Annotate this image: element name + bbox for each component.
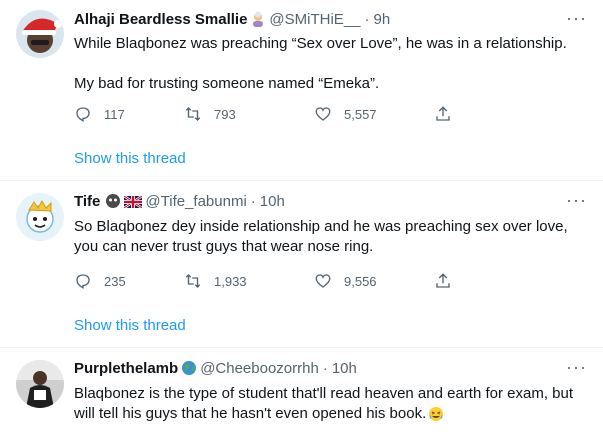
tweet-text-line: My bad for trusting someone named “Emeka… <box>74 75 380 92</box>
tweet-time[interactable]: 10h <box>260 193 285 210</box>
like-button[interactable]: 9,556 <box>314 272 434 290</box>
more-icon[interactable]: ··· <box>566 357 587 378</box>
author-handle[interactable]: @Tife_fabunmi <box>145 193 246 210</box>
share-icon <box>436 273 450 288</box>
more-icon[interactable]: ··· <box>566 190 587 211</box>
like-count: 9,556 <box>344 273 377 289</box>
show-thread-link[interactable]: Show this thread <box>74 150 186 167</box>
avatar-1[interactable] <box>16 10 64 58</box>
uk-flag-icon <box>123 194 144 210</box>
share-button[interactable] <box>434 105 464 123</box>
share-button[interactable] <box>434 272 464 290</box>
tweet-3[interactable]: Purplethelamb @Cheeboozorrhh · 10h ··· B… <box>0 348 603 441</box>
reply-count: 235 <box>104 273 126 289</box>
tweet-time[interactable]: 10h <box>332 360 357 377</box>
tweet-actions: 117 793 5,557 <box>74 104 524 124</box>
tweet-text-line: Blaqbonez is the type of student that'll… <box>74 385 574 402</box>
reply-button[interactable]: 235 <box>74 272 184 290</box>
tweet-text-line: So Blaqbonez dey inside relationship and… <box>74 218 568 235</box>
separator-dot: · <box>250 192 256 210</box>
retweet-icon <box>185 107 201 121</box>
tweet-actions: 235 1,933 9,556 <box>74 271 524 291</box>
tweet-2[interactable]: Tife @Tife_fabunmi · 10h ··· So Blaqbone… <box>0 181 603 347</box>
globe-icon <box>181 360 197 376</box>
tweet-text-line: will tell his guys that he hasn't even o… <box>74 405 427 422</box>
avatar-3[interactable] <box>16 360 64 408</box>
tweet-text: Blaqbonez is the type of student that'll… <box>74 384 587 424</box>
old-person-emoji-icon <box>250 11 266 27</box>
like-button[interactable]: 5,557 <box>314 105 434 123</box>
tweet-text-line: While Blaqbonez was preaching “Sex over … <box>74 35 567 52</box>
separator-dot: · <box>364 10 370 28</box>
tweet-text: So Blaqbonez dey inside relationship and… <box>74 217 587 257</box>
show-thread-link[interactable]: Show this thread <box>74 317 186 334</box>
retweet-count: 793 <box>214 106 236 122</box>
author-handle[interactable]: @SMiTHiE__ <box>269 11 360 28</box>
reply-count: 117 <box>104 106 125 122</box>
reply-icon <box>76 107 90 122</box>
like-count: 5,557 <box>344 106 377 122</box>
share-icon <box>436 106 450 121</box>
tweet-text-line: you can never trust guys that wear nose … <box>74 238 374 255</box>
reply-button[interactable]: 117 <box>74 105 184 123</box>
tweet-time[interactable]: 9h <box>374 11 391 28</box>
retweet-button[interactable]: 793 <box>184 105 314 123</box>
like-icon <box>315 107 331 121</box>
retweet-icon <box>185 274 201 288</box>
author-name[interactable]: Purplethelamb <box>74 360 178 377</box>
laughing-emoji-icon <box>428 406 444 422</box>
retweet-count: 1,933 <box>214 273 247 289</box>
reply-icon <box>76 274 90 289</box>
emoji-face-icon <box>105 193 121 209</box>
more-icon[interactable]: ··· <box>566 8 587 29</box>
separator-dot: · <box>322 359 328 377</box>
author-handle[interactable]: @Cheeboozorrhh <box>200 360 319 377</box>
retweet-button[interactable]: 1,933 <box>184 272 314 290</box>
author-name[interactable]: Tife <box>74 193 100 210</box>
tweet-text: While Blaqbonez was preaching “Sex over … <box>74 34 587 94</box>
like-icon <box>315 274 331 288</box>
tweet-1[interactable]: Alhaji Beardless Smallie @SMiTHiE__ · 9h… <box>0 0 603 180</box>
avatar-2[interactable] <box>16 193 64 241</box>
author-name[interactable]: Alhaji Beardless Smallie <box>74 11 247 28</box>
